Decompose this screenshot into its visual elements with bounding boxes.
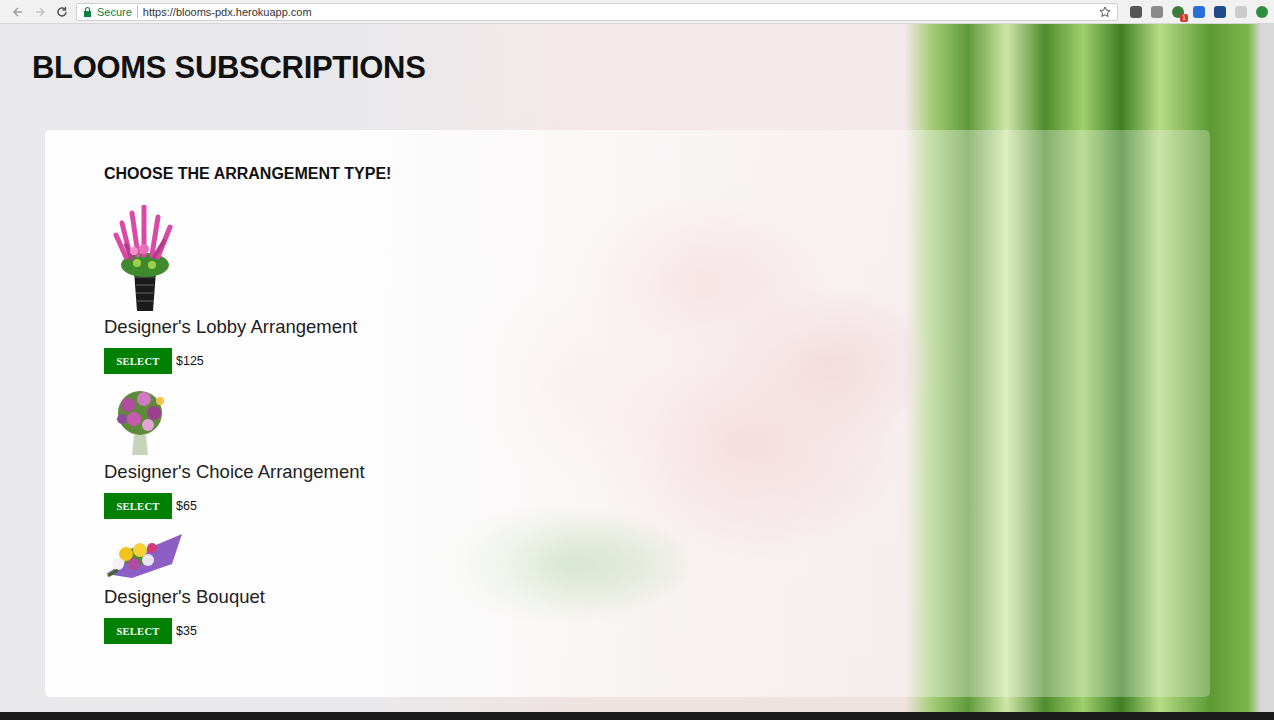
back-icon[interactable] — [12, 6, 24, 18]
page: BLOOMS SUBSCRIPTIONS CHOOSE THE ARRANGEME… — [0, 24, 1274, 712]
forward-icon[interactable] — [34, 6, 46, 18]
grid-icon[interactable] — [1214, 6, 1226, 18]
select-row: SELECT $35 — [104, 618, 197, 644]
price: $65 — [176, 499, 197, 513]
select-row: SELECT $125 — [104, 348, 204, 374]
extensions: 1 — [1126, 6, 1268, 18]
price: $125 — [176, 354, 204, 368]
reload-icon[interactable] — [56, 6, 68, 18]
address-separator — [137, 6, 138, 18]
arrangement-item: Designer's Choice Arrangement SELECT $65 — [104, 385, 1170, 519]
browser-toolbar: Secure https://blooms-pdx.herokuapp.com 1 — [0, 0, 1274, 24]
arrangement-name: Designer's Bouquet — [104, 585, 265, 609]
star-icon[interactable] — [1099, 6, 1111, 18]
url-text[interactable]: https://blooms-pdx.herokuapp.com — [143, 6, 312, 18]
address-bar[interactable]: Secure https://blooms-pdx.herokuapp.com — [76, 3, 1118, 21]
extension-badge: 1 — [1180, 14, 1188, 22]
lobby-flowers-icon — [104, 205, 184, 312]
bottom-bar — [0, 712, 1274, 720]
bouquet-flowers-icon — [104, 530, 184, 582]
nav-buttons — [12, 6, 68, 18]
secure-label: Secure — [97, 6, 132, 18]
select-row: SELECT $65 — [104, 493, 197, 519]
puzzle-icon[interactable] — [1235, 6, 1247, 18]
select-button[interactable]: SELECT — [104, 618, 172, 644]
arrangement-name: Designer's Choice Arrangement — [104, 460, 365, 484]
price: $35 — [176, 624, 197, 638]
globe-icon[interactable] — [1151, 6, 1163, 18]
pocket-icon[interactable] — [1130, 6, 1142, 18]
select-button[interactable]: SELECT — [104, 493, 172, 519]
extension-icon[interactable]: 1 — [1172, 6, 1184, 18]
arrangement-name: Designer's Lobby Arrangement — [104, 315, 357, 339]
tool-icon[interactable] — [1193, 6, 1205, 18]
section-heading: CHOOSE THE ARRANGEMENT TYPE! — [104, 163, 1170, 185]
menu-extension-icon[interactable] — [1256, 6, 1268, 18]
arrangement-card: CHOOSE THE ARRANGEMENT TYPE! Designer's L… — [45, 130, 1210, 697]
page-title: BLOOMS SUBSCRIPTIONS — [32, 46, 1210, 90]
arrangement-item: Designer's Lobby Arrangement SELECT $125 — [104, 205, 1170, 374]
select-button[interactable]: SELECT — [104, 348, 172, 374]
arrangement-item: Designer's Bouquet SELECT $35 — [104, 530, 1170, 644]
choice-flowers-icon — [104, 385, 176, 457]
lock-icon — [83, 6, 92, 17]
